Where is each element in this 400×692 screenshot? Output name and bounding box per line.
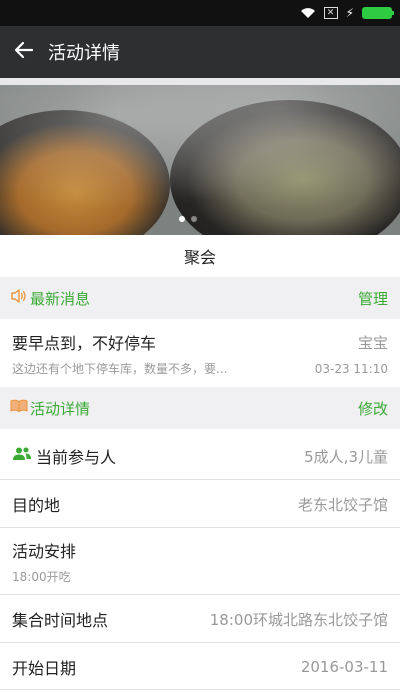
speaker-icon (10, 288, 28, 308)
participants-row[interactable]: 当前参与人 5成人,3儿童 (0, 433, 400, 480)
destination-value: 老东北饺子馆 (297, 495, 388, 514)
status-bar: ✕ ⚡ (0, 0, 400, 26)
message-item[interactable]: 要早点到，不好停车 宝宝 这边还有个地下停车库，数量不多，要... 03-23 … (0, 320, 400, 387)
people-icon (12, 446, 32, 466)
message-time: 03-23 11:10 (314, 361, 388, 376)
meeting-value: 18:00环城北路东北饺子馆 (209, 610, 388, 629)
news-section-header: 最新消息 管理 (0, 277, 400, 319)
participants-label: 当前参与人 (36, 448, 117, 467)
destination-row[interactable]: 目的地 老东北饺子馆 (0, 481, 400, 528)
news-section-title: 最新消息 (30, 289, 91, 308)
wifi-icon (300, 4, 316, 23)
schedule-value: 18:00开吃 (12, 570, 71, 584)
schedule-label: 活动安排 (12, 542, 77, 561)
status-icons: ✕ ⚡ (300, 4, 394, 23)
message-title: 要早点到，不好停车 (12, 334, 157, 353)
charging-bolt-icon: ⚡ (345, 6, 354, 20)
meeting-label: 集合时间地点 (12, 611, 109, 630)
book-icon (10, 398, 28, 418)
start-date-value: 2016-03-11 (300, 657, 388, 676)
meeting-row[interactable]: 集合时间地点 18:00环城北路东北饺子馆 (0, 596, 400, 643)
app-header: 活动详情 (0, 26, 400, 78)
battery-icon (362, 7, 394, 19)
header-divider (0, 78, 400, 85)
steam-overlay (0, 85, 400, 235)
sim-x-icon: ✕ (323, 7, 338, 19)
event-name-row: 聚会 (0, 235, 400, 277)
destination-label: 目的地 (12, 496, 61, 515)
arrow-left-icon (14, 41, 34, 63)
message-author: 宝宝 (357, 333, 388, 352)
event-photo-carousel[interactable] (0, 85, 400, 235)
carousel-dot (191, 216, 197, 222)
schedule-row[interactable]: 活动安排 18:00开吃 (0, 529, 400, 595)
start-date-label: 开始日期 (12, 658, 77, 678)
edit-button[interactable]: 修改 (358, 398, 388, 419)
message-preview: 这边还有个地下停车库，数量不多，要... (12, 362, 228, 376)
back-button[interactable] (0, 26, 48, 78)
participants-value: 5成人,3儿童 (304, 447, 388, 466)
details-section-title: 活动详情 (30, 399, 91, 418)
carousel-dot-active (179, 216, 185, 222)
start-date-row[interactable]: 开始日期 2016-03-11 (0, 644, 400, 690)
event-name: 聚会 (183, 248, 216, 267)
page-title: 活动详情 (48, 43, 120, 64)
details-section-header: 活动详情 修改 (0, 387, 400, 429)
manage-button[interactable]: 管理 (358, 288, 388, 309)
